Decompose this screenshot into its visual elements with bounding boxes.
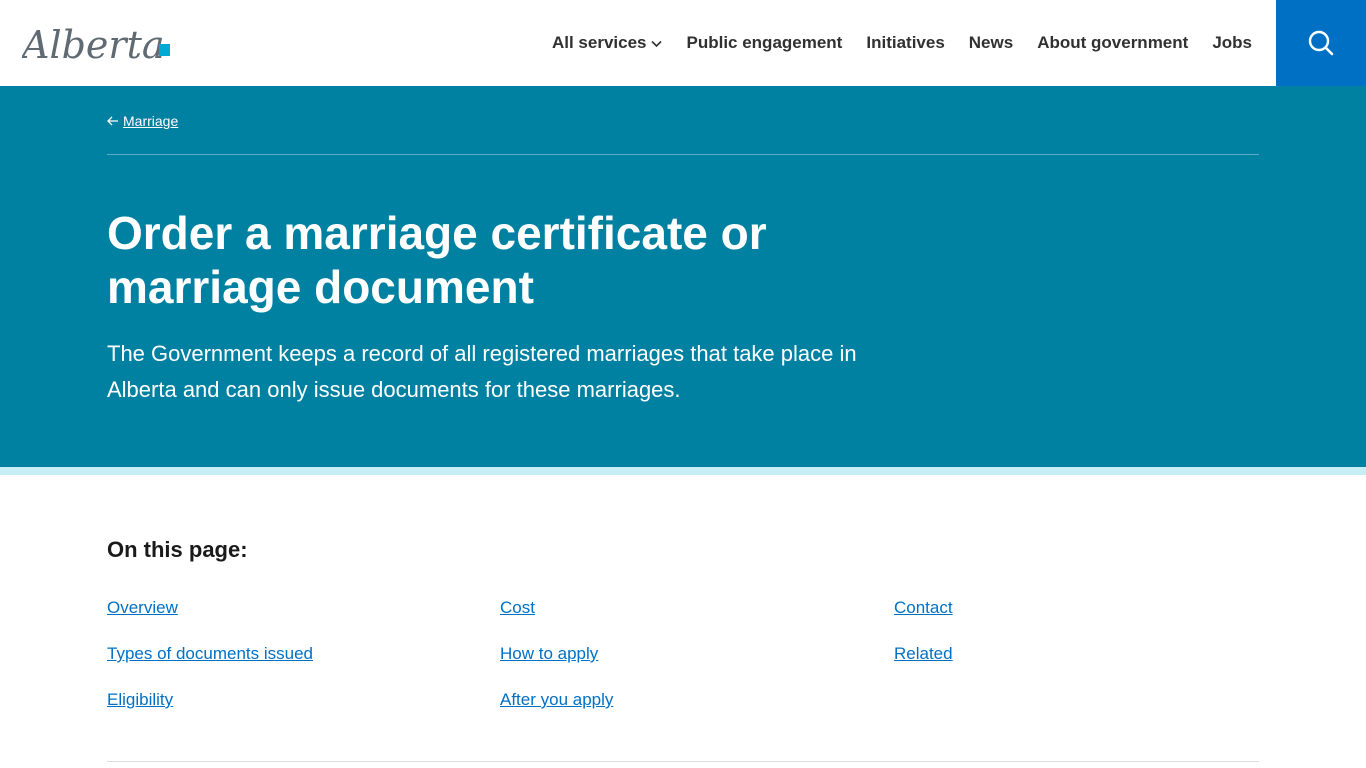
search-button[interactable] [1276, 0, 1366, 86]
otp-link-after-you-apply[interactable]: After you apply [500, 688, 613, 734]
otp-link-contact[interactable]: Contact [894, 596, 953, 642]
otp-link-eligibility[interactable]: Eligibility [107, 688, 313, 734]
otp-link-cost[interactable]: Cost [500, 596, 613, 642]
otp-link-how-to-apply[interactable]: How to apply [500, 642, 613, 688]
nav-public-engagement[interactable]: Public engagement [686, 33, 842, 53]
nav-about-government[interactable]: About government [1037, 33, 1188, 53]
on-this-page-column-1: Overview Types of documents issued Eligi… [107, 596, 313, 734]
on-this-page-heading: On this page: [107, 537, 248, 562]
page-lead: The Government keeps a record of all reg… [107, 341, 857, 402]
page-title: Order a marriage certificate or marriage… [107, 207, 767, 313]
hero-divider [107, 154, 1259, 155]
alberta-logo[interactable]: Alberta [22, 20, 172, 66]
search-icon [1308, 30, 1334, 56]
arrow-left-icon [107, 113, 119, 129]
nav-all-services-label: All services [551, 33, 647, 52]
nav-jobs[interactable]: Jobs [1212, 33, 1252, 53]
section-divider [107, 761, 1259, 762]
breadcrumb: Marriage [107, 113, 178, 129]
main-nav: All services Public engagement Initiativ… [528, 0, 1252, 86]
hero-accent-stripe [0, 467, 1366, 475]
site-header: Alberta All services Public engagement I… [0, 0, 1366, 86]
breadcrumb-link-marriage[interactable]: Marriage [123, 113, 178, 129]
logo-wordmark: Alberta [22, 23, 165, 66]
on-this-page-column-2: Cost How to apply After you apply [500, 596, 613, 734]
chevron-down-icon [651, 33, 663, 53]
otp-link-overview[interactable]: Overview [107, 596, 313, 642]
otp-link-related[interactable]: Related [894, 642, 953, 688]
nav-initiatives[interactable]: Initiatives [866, 33, 944, 53]
on-this-page-column-3: Contact Related [894, 596, 953, 688]
nav-news[interactable]: News [969, 33, 1013, 53]
logo-square-icon [159, 44, 170, 56]
hero-banner: Marriage Order a marriage certificate or… [0, 86, 1366, 467]
otp-link-types-of-documents[interactable]: Types of documents issued [107, 642, 313, 688]
nav-all-services[interactable]: All services [552, 33, 663, 53]
